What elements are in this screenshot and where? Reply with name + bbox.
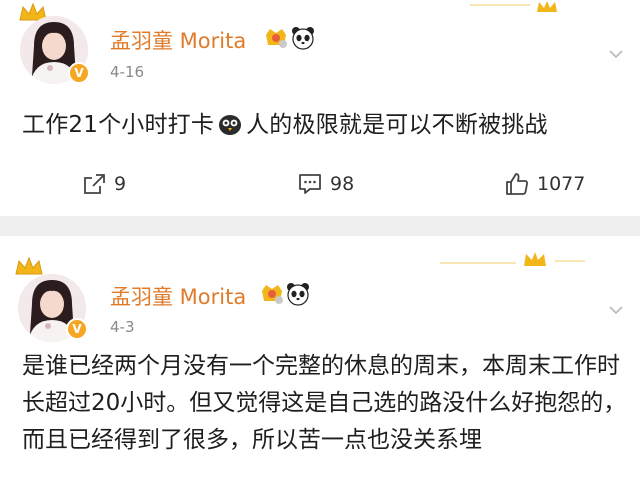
crown-icon [524, 252, 546, 266]
crown-icon [15, 256, 43, 275]
author-name[interactable]: 孟羽童 Morita [110, 281, 246, 311]
weibo-post-1: V 孟羽童 Morita 4-16 工作21个小时打卡 人的极限就是可以不断被挑… [0, 0, 640, 216]
post-date: 4-3 [110, 318, 135, 336]
post-text-part: 人的极限就是可以不断被挑战 [246, 112, 548, 138]
repost-button[interactable]: 9 [82, 170, 126, 198]
comment-button[interactable]: 98 [298, 170, 354, 198]
verified-badge: V [66, 318, 88, 340]
comment-icon [299, 174, 321, 194]
post-text: 工作21个小时打卡 人的极限就是可以不断被挑战 [22, 105, 548, 139]
like-count: 1077 [537, 173, 586, 195]
owl-emoji-icon [219, 115, 242, 135]
author-name[interactable]: 孟羽童 Morita [110, 25, 246, 55]
crown-icon [537, 1, 557, 12]
panda-emoji-icon [287, 283, 309, 306]
dropdown-chevron-icon[interactable] [608, 48, 624, 60]
post-text: 是谁已经两个月没有一个完整的休息的周末，本周末工作时长超过20小时。但又觉得这是… [22, 353, 627, 453]
post-date: 4-16 [110, 63, 145, 81]
comment-count: 98 [330, 173, 355, 195]
repost-count: 9 [114, 173, 127, 195]
verified-badge: V [68, 62, 90, 84]
like-icon [506, 173, 528, 195]
decor-line [555, 260, 585, 262]
level-badge-icon [262, 285, 283, 304]
post-text-part: 工作21个小时打卡 [22, 112, 215, 138]
repost-icon [84, 174, 105, 194]
dropdown-chevron-icon[interactable] [608, 304, 624, 316]
decor-line [440, 262, 516, 264]
decor-line [470, 4, 530, 6]
level-badge-icon [266, 29, 287, 48]
panda-emoji-icon [292, 27, 314, 50]
like-button[interactable]: 1077 [505, 170, 585, 198]
